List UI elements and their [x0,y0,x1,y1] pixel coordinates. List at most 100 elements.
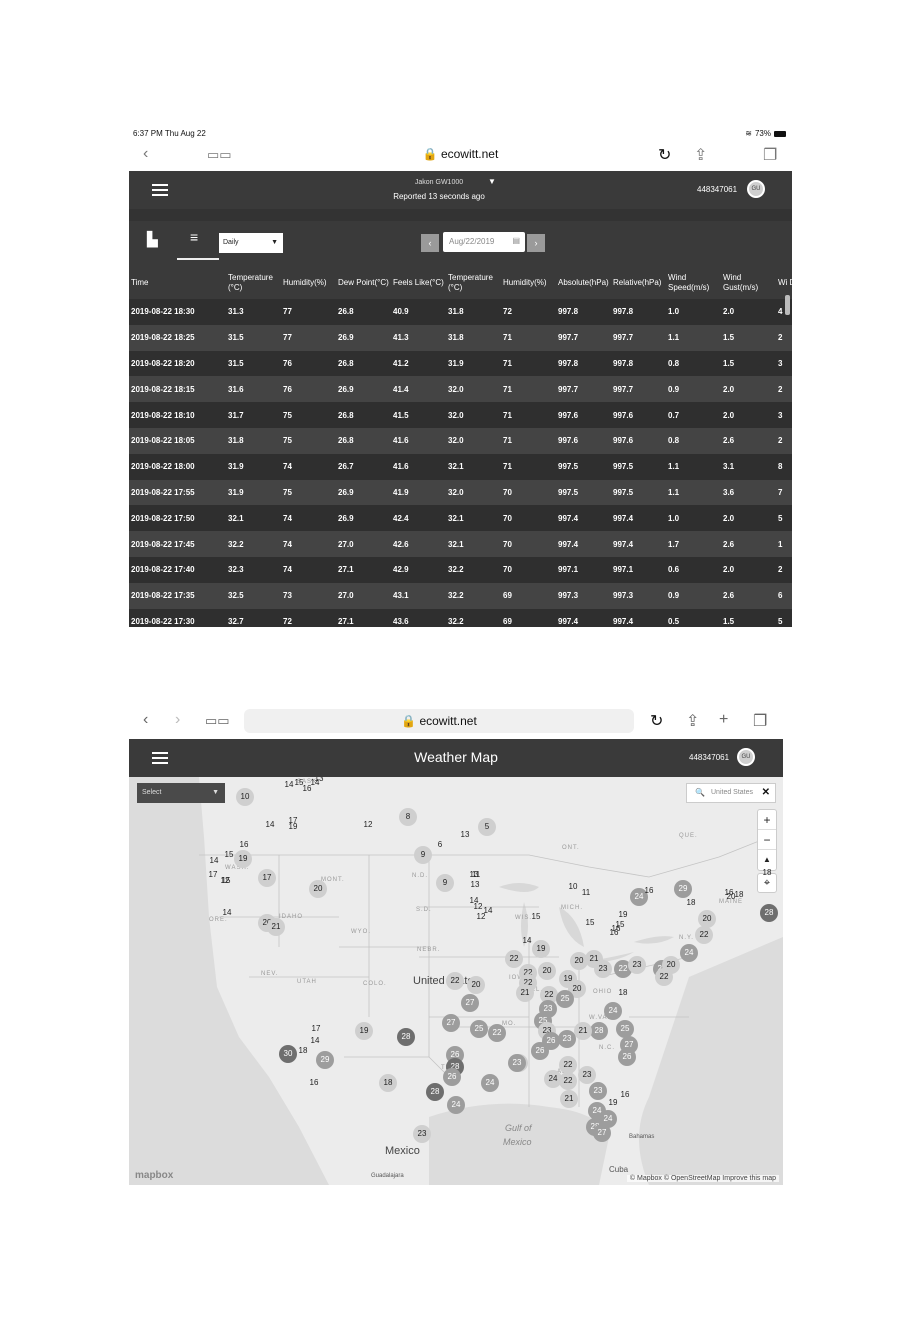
account-id[interactable]: 448347061 [689,753,729,762]
new-tab-icon[interactable]: + [719,711,728,729]
station-marker[interactable]: 6 [433,839,447,851]
station-marker[interactable]: 8 [399,808,417,826]
weather-map[interactable]: Select ▼ 🔍 United States ✕ + − ▲ ⌖ Unite… [129,777,783,1185]
station-marker[interactable]: 23 [589,1082,607,1100]
station-marker[interactable]: 23 [413,1125,431,1143]
station-marker[interactable]: 25 [556,990,574,1008]
station-marker[interactable]: 21 [560,1090,578,1108]
reload-icon[interactable]: ↻ [658,145,671,165]
url-field[interactable]: 🔒 ecowitt.net [244,714,634,728]
close-icon[interactable]: ✕ [762,787,770,798]
station-marker[interactable]: 14 [207,855,221,867]
station-marker[interactable]: 19 [532,940,550,958]
station-marker[interactable]: 11 [469,869,483,881]
url-field[interactable]: 🔒 ecowitt.net [129,147,792,161]
period-select[interactable]: Daily ▼ [219,233,283,253]
station-marker[interactable]: 22 [505,950,523,968]
station-marker[interactable]: 19 [606,1097,620,1109]
station-marker[interactable]: 27 [442,1014,460,1032]
station-marker[interactable]: 26 [443,1068,461,1086]
share-icon[interactable]: ⇪ [686,711,699,731]
station-marker[interactable]: 23 [578,1066,596,1084]
station-marker[interactable]: 23 [558,1030,576,1048]
station-marker[interactable]: 16 [307,1077,321,1089]
forward-icon[interactable]: › [175,711,180,729]
map-attribution[interactable]: © Mapbox © OpenStreetMap Improve this ma… [626,1175,779,1182]
bookmarks-icon[interactable]: ▭▭ [205,713,230,729]
reload-icon[interactable]: ↻ [650,711,663,731]
station-marker[interactable]: 10 [236,788,254,806]
station-marker[interactable]: 17 [258,869,276,887]
station-marker[interactable]: 24 [481,1074,499,1092]
station-marker[interactable]: 27 [461,994,479,1012]
station-marker[interactable]: 26 [618,1048,636,1066]
station-marker[interactable]: 20 [309,880,327,898]
station-marker[interactable]: 24 [447,1096,465,1114]
station-marker[interactable]: 30 [279,1045,297,1063]
station-marker[interactable]: 18 [616,987,630,999]
station-marker[interactable]: 20 [698,910,716,928]
tabs-icon[interactable]: ❐ [763,145,777,165]
station-marker[interactable]: 26 [531,1042,549,1060]
station-marker[interactable]: 19 [355,1022,373,1040]
station-marker[interactable]: 20 [467,976,485,994]
station-marker[interactable]: 23 [508,1054,526,1072]
station-marker[interactable]: 16 [642,885,656,897]
list-icon[interactable]: ≡ [190,229,198,245]
station-marker[interactable]: 23 [594,960,612,978]
scrollbar[interactable] [785,295,790,315]
station-marker[interactable]: 20 [724,891,738,903]
next-date-button[interactable]: › [527,234,545,252]
tabs-icon[interactable]: ❐ [753,711,767,731]
station-marker[interactable]: 22 [488,1024,506,1042]
station-marker[interactable]: 11 [579,887,593,899]
back-icon[interactable]: ‹ [143,711,148,729]
station-marker[interactable]: 29 [316,1051,334,1069]
station-marker[interactable]: 14 [308,1035,322,1047]
station-marker[interactable]: 14 [467,895,481,907]
station-marker[interactable]: 22 [559,1056,577,1074]
chart-icon[interactable]: ▙ [147,231,158,248]
map-search-input[interactable]: 🔍 United States ✕ [686,783,776,803]
station-marker[interactable]: 29 [674,880,692,898]
station-marker[interactable]: 21 [516,984,534,1002]
station-marker[interactable]: 28 [590,1022,608,1040]
station-marker[interactable]: 25 [616,1020,634,1038]
date-field[interactable]: Aug/22/2019 ▤ [443,232,525,252]
station-marker[interactable]: 21 [267,918,285,936]
station-marker[interactable]: 28 [397,1028,415,1046]
station-marker[interactable]: 5 [478,818,496,836]
station-marker[interactable]: 20 [538,962,556,980]
station-marker[interactable]: 21 [574,1022,592,1040]
account-id[interactable]: 448347061 [697,185,737,194]
station-marker[interactable]: 16 [618,1089,632,1101]
station-marker[interactable]: 19 [234,850,252,868]
station-marker[interactable]: 24 [680,944,698,962]
avatar[interactable]: GU [737,748,755,766]
avatar[interactable]: GU [747,180,765,198]
station-marker[interactable]: 24 [599,1110,617,1128]
station-marker[interactable]: 28 [760,904,778,922]
station-marker[interactable]: 14 [520,935,534,947]
station-marker[interactable]: 14 [220,907,234,919]
station-marker[interactable]: 12 [361,819,375,831]
share-icon[interactable]: ⇪ [694,145,707,165]
station-marker[interactable]: 15 [529,911,543,923]
station-marker[interactable]: 18 [684,897,698,909]
zoom-in-button[interactable]: + [758,810,776,830]
station-marker[interactable]: 22 [655,968,673,986]
station-marker[interactable]: 18 [379,1074,397,1092]
station-marker[interactable]: 10 [566,881,580,893]
station-marker[interactable]: 22 [559,1072,577,1090]
station-marker[interactable]: 24 [604,1002,622,1020]
station-marker[interactable]: 17 [309,1023,323,1035]
station-select[interactable]: Select ▼ [137,783,225,803]
zoom-out-button[interactable]: − [758,830,776,850]
station-marker[interactable]: 9 [436,874,454,892]
station-marker[interactable]: 15 [583,917,597,929]
station-marker[interactable]: 12 [474,911,488,923]
station-marker[interactable]: 23 [628,956,646,974]
station-marker[interactable]: 13 [458,829,472,841]
menu-icon[interactable] [152,184,168,196]
station-marker[interactable]: 18 [760,867,774,879]
